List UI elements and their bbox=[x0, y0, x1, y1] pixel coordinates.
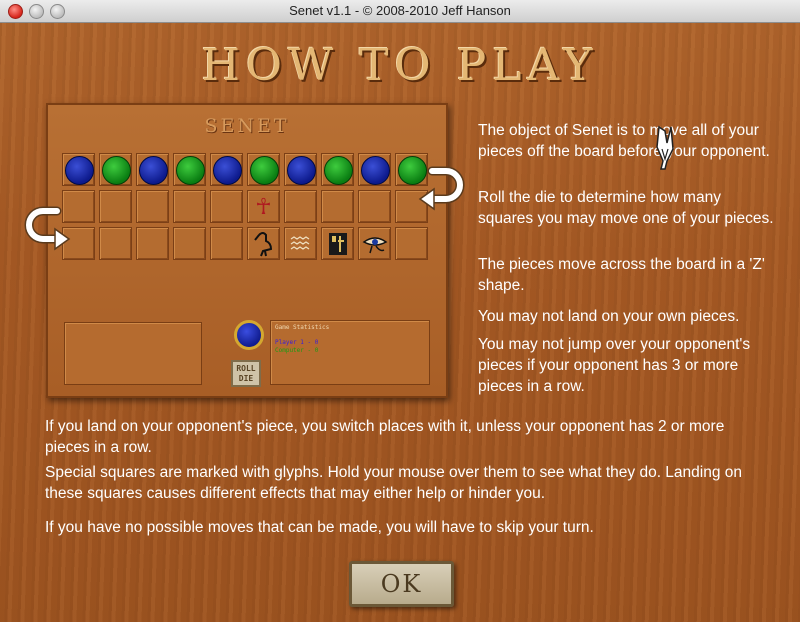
board-square bbox=[358, 190, 391, 223]
instructions-skip-turn: If you have no possible moves that can b… bbox=[45, 519, 594, 536]
board-square bbox=[321, 190, 354, 223]
board-square bbox=[173, 153, 206, 186]
board-square bbox=[62, 153, 95, 186]
board-square bbox=[247, 227, 280, 260]
board-square bbox=[284, 227, 317, 260]
board-square bbox=[136, 190, 169, 223]
ankh-glyph-icon: ☥ bbox=[255, 193, 272, 219]
blue-piece bbox=[361, 156, 390, 185]
instructions-switch-places: If you land on your opponent's piece, yo… bbox=[45, 418, 725, 456]
blue-piece bbox=[213, 156, 242, 185]
board-square bbox=[136, 153, 169, 186]
app-window: Senet v1.1 - © 2008-2010 Jeff Hanson HOW… bbox=[0, 0, 800, 622]
die-label: DIE bbox=[238, 374, 254, 383]
board-square bbox=[136, 227, 169, 260]
board-square bbox=[173, 227, 206, 260]
stats-computer: Computer - 0 bbox=[275, 347, 319, 354]
title-bar[interactable]: Senet v1.1 - © 2008-2010 Jeff Hanson bbox=[0, 0, 800, 23]
turn-right-arrow-icon bbox=[418, 166, 465, 211]
blue-piece bbox=[139, 156, 168, 185]
instructions-objective: The object of Senet is to move all of yo… bbox=[478, 122, 770, 160]
board-square bbox=[321, 227, 354, 260]
board-title: SENET bbox=[204, 115, 290, 137]
instructions-no-jump: You may not jump over your opponent's pi… bbox=[478, 336, 751, 395]
ok-button[interactable]: OK bbox=[349, 561, 454, 607]
blue-piece bbox=[65, 156, 94, 185]
game-statistics-panel: Game Statistics Player 1 - 0 Computer - … bbox=[270, 320, 430, 385]
green-piece bbox=[250, 156, 279, 185]
window-title: Senet v1.1 - © 2008-2010 Jeff Hanson bbox=[289, 3, 511, 18]
board-square bbox=[173, 190, 206, 223]
page-title: HOW TO PLAY bbox=[201, 40, 599, 91]
stats-player1: Player 1 - 0 bbox=[275, 339, 319, 346]
stats-title: Game Statistics bbox=[275, 324, 330, 331]
turn-left-arrow-icon bbox=[24, 206, 71, 251]
board-square bbox=[358, 227, 391, 260]
green-piece bbox=[102, 156, 131, 185]
board-square bbox=[358, 153, 391, 186]
board-square bbox=[284, 190, 317, 223]
board-illustration: SENET ☥ ROLL DIE Game Statistics Player … bbox=[46, 103, 448, 398]
board-square: ☥ bbox=[247, 190, 280, 223]
instructions-own-pieces: You may not land on your own pieces. bbox=[478, 308, 740, 325]
ibis-glyph-icon bbox=[248, 228, 279, 259]
water-glyph-icon bbox=[285, 228, 316, 259]
instructions-z-shape: The pieces move across the board in a 'Z… bbox=[478, 256, 765, 294]
blue-piece bbox=[287, 156, 316, 185]
figure-glyph-icon bbox=[322, 228, 353, 259]
message-panel bbox=[64, 322, 202, 385]
turn-indicator bbox=[234, 320, 264, 350]
board-square bbox=[99, 227, 132, 260]
green-piece bbox=[324, 156, 353, 185]
mouse-cursor-icon bbox=[656, 125, 674, 170]
board-square bbox=[210, 190, 243, 223]
board-square bbox=[395, 227, 428, 260]
roll-die-button: ROLL DIE bbox=[231, 360, 261, 387]
board-square bbox=[284, 153, 317, 186]
board-square bbox=[321, 153, 354, 186]
instructions-roll: Roll the die to determine how many squar… bbox=[478, 189, 774, 227]
board-square bbox=[210, 153, 243, 186]
roll-label: ROLL bbox=[236, 364, 256, 373]
eye-of-horus-glyph-icon bbox=[359, 228, 390, 259]
board-square bbox=[210, 227, 243, 260]
board-square bbox=[99, 190, 132, 223]
board-square bbox=[99, 153, 132, 186]
board-square bbox=[247, 153, 280, 186]
instructions-special-squares: Special squares are marked with glyphs. … bbox=[45, 464, 743, 502]
green-piece bbox=[176, 156, 205, 185]
